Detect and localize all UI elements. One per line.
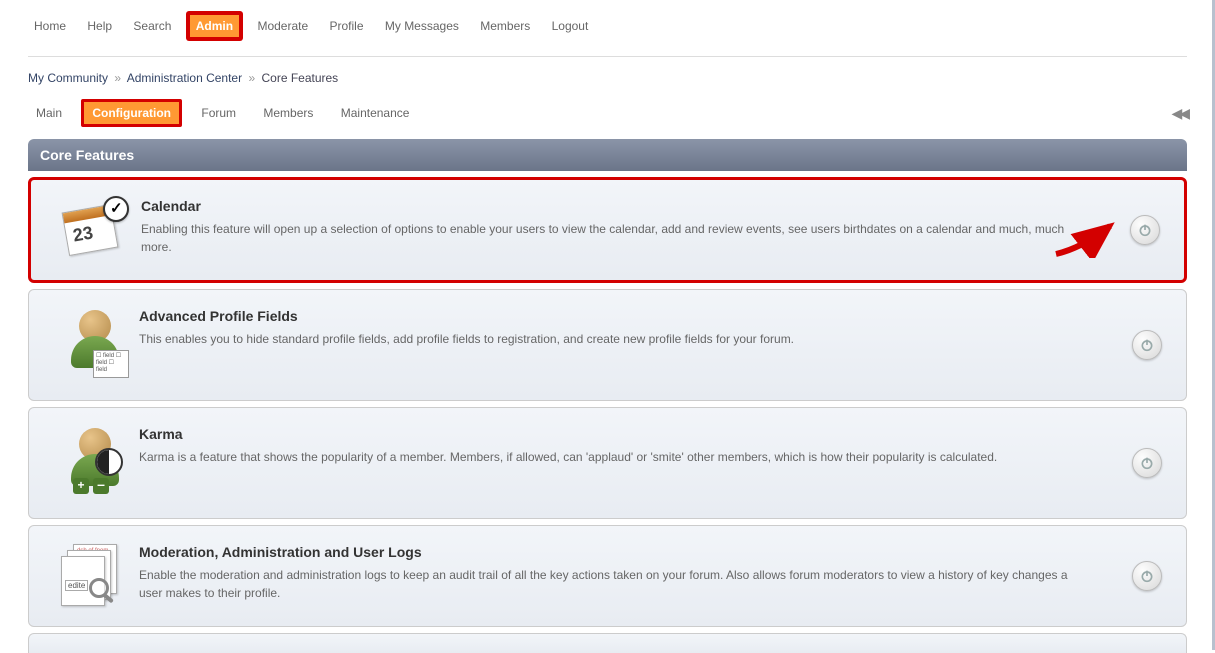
profile-fields-icon: ☐ field ☐ field ☐ field (49, 308, 139, 378)
feature-description: Enabling this feature will open up a sel… (141, 220, 1084, 256)
feature-row-profile-fields: ☐ field ☐ field ☐ field Advanced Profile… (28, 289, 1187, 401)
logs-icon: dsh of fnom edite (49, 544, 139, 604)
nav-logout[interactable]: Logout (546, 15, 595, 37)
toggle-karma-button[interactable] (1132, 448, 1162, 478)
feature-title: Moderation, Administration and User Logs (139, 544, 1086, 560)
toggle-profile-fields-button[interactable] (1132, 330, 1162, 360)
nav-home[interactable]: Home (28, 15, 72, 37)
feature-title: Karma (139, 426, 1086, 442)
panel-title: Core Features (28, 139, 1187, 171)
feature-row-karma: +– Karma Karma is a feature that shows t… (28, 407, 1187, 519)
subnav-forum[interactable]: Forum (193, 102, 244, 124)
subnav-main[interactable]: Main (28, 102, 70, 124)
breadcrumb: My Community » Administration Center » C… (28, 67, 1187, 99)
nav-moderate[interactable]: Moderate (251, 15, 314, 37)
subnav-members[interactable]: Members (255, 102, 321, 124)
karma-icon: +– (49, 426, 139, 496)
nav-profile[interactable]: Profile (324, 15, 370, 37)
nav-help[interactable]: Help (81, 15, 118, 37)
power-icon (1139, 337, 1155, 353)
subnav-configuration[interactable]: Configuration (81, 99, 182, 127)
feature-row-partial (28, 633, 1187, 653)
power-icon (1139, 568, 1155, 584)
nav-search[interactable]: Search (127, 15, 177, 37)
feature-title: Calendar (141, 198, 1084, 214)
sub-nav: Main Configuration Forum Members Mainten… (28, 99, 1187, 135)
power-icon (1139, 455, 1155, 471)
toggle-logs-button[interactable] (1132, 561, 1162, 591)
feature-description: This enables you to hide standard profil… (139, 330, 1086, 348)
feature-row-calendar: 23 Calendar Enabling this feature will o… (28, 177, 1187, 283)
feature-row-logs: dsh of fnom edite Moderation, Administra… (28, 525, 1187, 627)
feature-title: Advanced Profile Fields (139, 308, 1086, 324)
breadcrumb-community[interactable]: My Community (28, 71, 108, 85)
nav-my-messages[interactable]: My Messages (379, 15, 465, 37)
nav-admin[interactable]: Admin (187, 12, 242, 40)
breadcrumb-admin-center[interactable]: Administration Center (127, 71, 242, 85)
toggle-calendar-button[interactable] (1130, 215, 1160, 245)
power-icon (1137, 222, 1153, 238)
calendar-icon: 23 (51, 198, 141, 258)
subnav-maintenance[interactable]: Maintenance (333, 102, 418, 124)
feature-description: Karma is a feature that shows the popula… (139, 448, 1086, 466)
breadcrumb-current: Core Features (261, 71, 338, 85)
feature-description: Enable the moderation and administration… (139, 566, 1086, 602)
collapse-icon[interactable]: ◀◀ (1171, 105, 1187, 122)
nav-members[interactable]: Members (474, 15, 536, 37)
top-nav: Home Help Search Admin Moderate Profile … (28, 0, 1187, 56)
